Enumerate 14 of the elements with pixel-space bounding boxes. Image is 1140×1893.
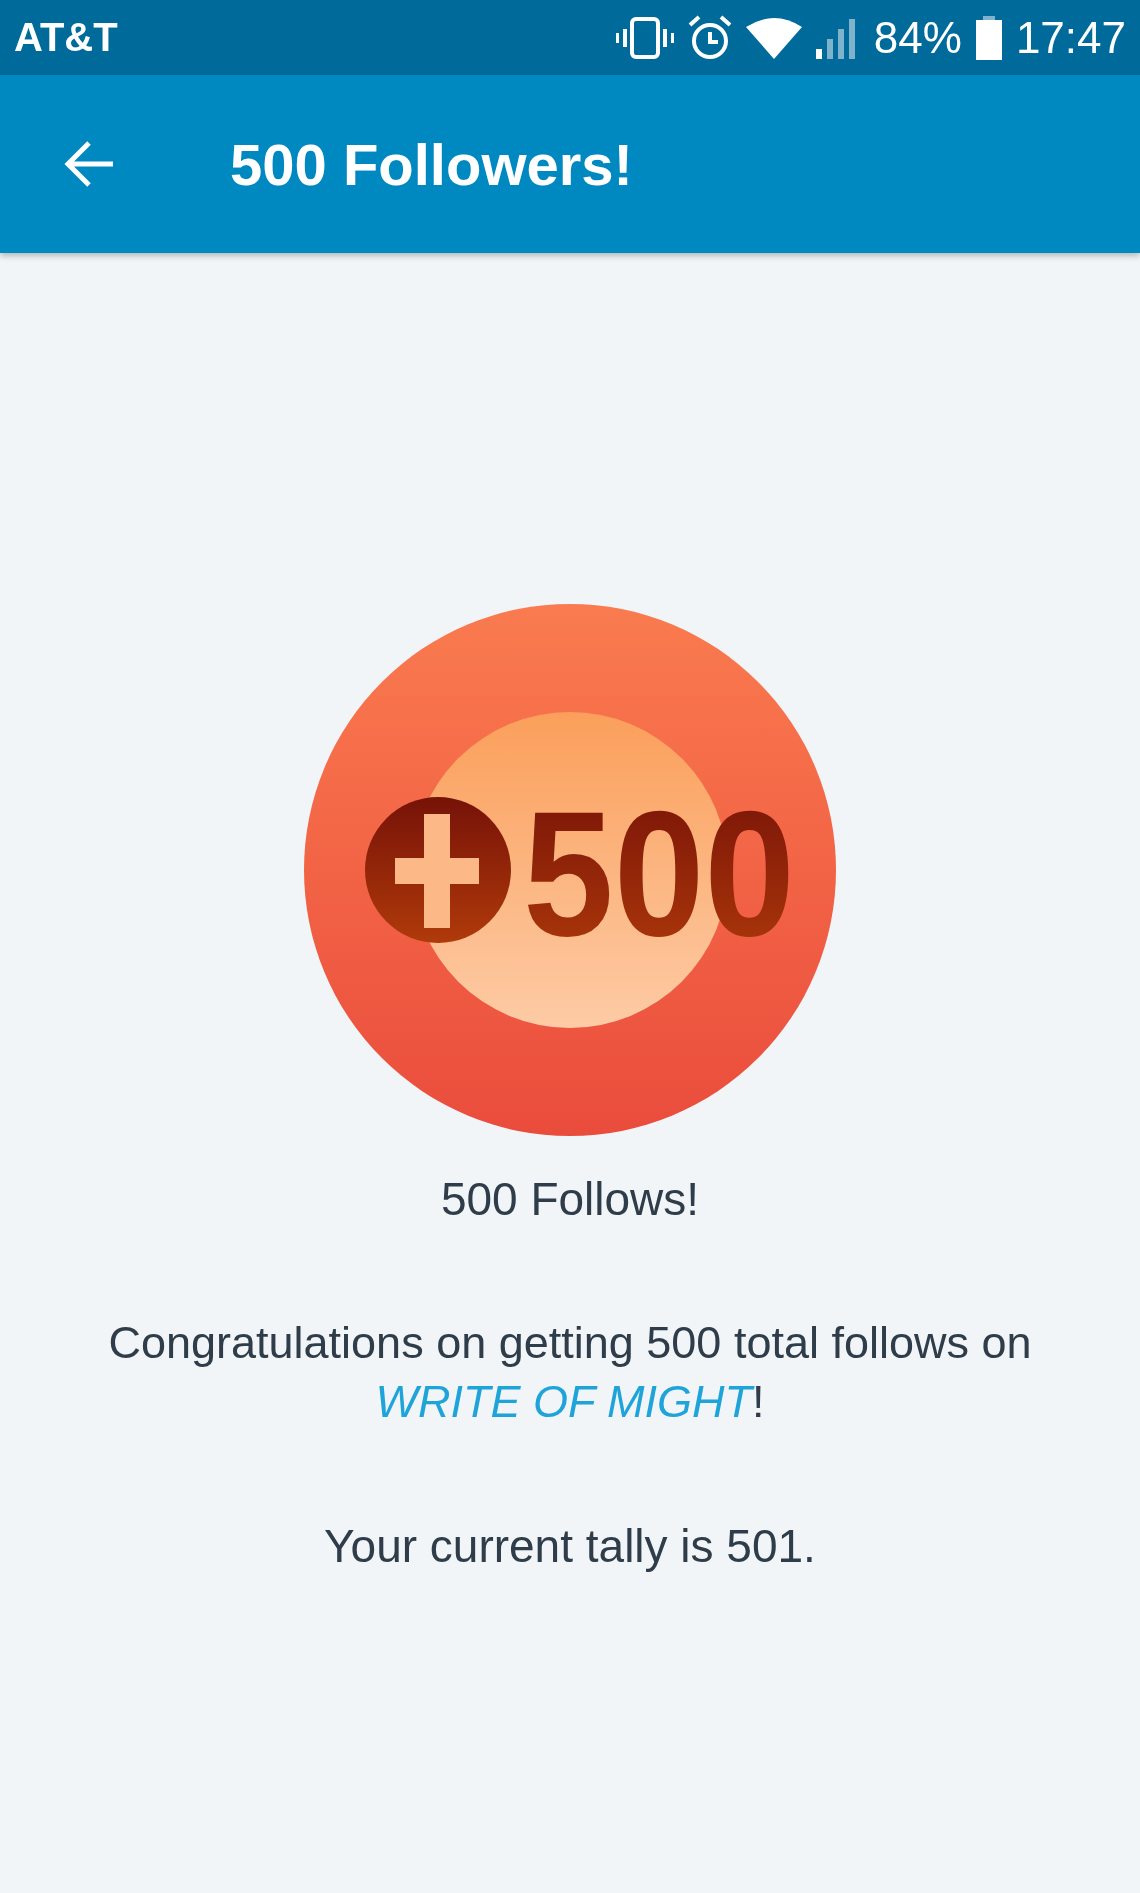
page-title: 500 Followers! — [230, 130, 633, 198]
vibrate-icon — [615, 15, 674, 60]
battery-percent: 84% — [873, 12, 962, 63]
clock-time: 17:47 — [1015, 12, 1126, 63]
alarm-clock-icon — [687, 14, 732, 61]
plus-icon — [365, 797, 511, 943]
wifi-icon — [745, 16, 802, 59]
achievement-title: 500 Follows! — [440, 1172, 700, 1227]
congratulations-message: Congratulations on getting 500 total follows on WRITE OF MIGHT! — [107, 1316, 1033, 1429]
blog-link[interactable]: WRITE OF MIGHT — [375, 1376, 753, 1427]
carrier-name: AT&T — [14, 15, 118, 60]
battery-icon — [975, 15, 1002, 60]
back-arrow-icon — [63, 140, 115, 188]
tally-text: Your current tally is 501. — [324, 1519, 816, 1574]
